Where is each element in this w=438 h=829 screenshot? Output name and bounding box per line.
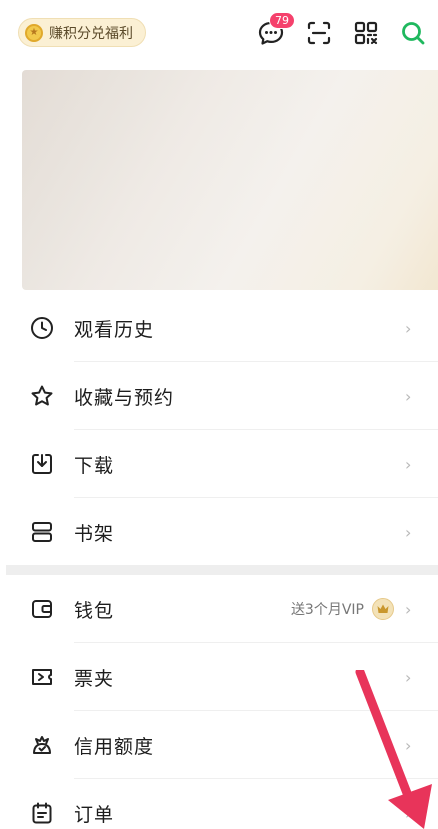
chevron-right-icon: › [405,667,412,687]
star-icon [31,385,53,406]
message-count-badge: 79 [269,12,295,29]
menu-item-wallet[interactable]: 钱包 送3个月VIP › [0,575,438,643]
wallet-icon [32,600,52,618]
bookshelf-icon [32,522,52,542]
chevron-right-icon: › [405,454,412,474]
qr-code-icon[interactable] [351,18,381,48]
promo-banner[interactable] [22,70,438,290]
chevron-right-icon: › [405,522,412,542]
crown-icon [372,598,394,620]
menu-item-label: 信用额度 [74,735,155,758]
menu-item-favorites[interactable]: 收藏与预约 › [0,362,438,430]
section-separator [6,565,438,575]
menu-item-credit-limit[interactable]: 信用额度 › [0,711,438,779]
chevron-right-icon: › [405,386,412,406]
menu-item-watch-history[interactable]: 观看历史 › [0,294,438,362]
menu-item-label: 订单 [74,803,115,826]
notification-dot [386,743,391,748]
menu-item-label: 收藏与预约 [74,386,175,409]
ticket-icon [32,669,52,685]
chevron-right-icon: › [405,803,412,823]
menu-item-label: 书架 [74,522,115,545]
top-bar: ★ 赚积分兑福利 79 [0,0,438,66]
chevron-right-icon: › [405,735,412,755]
menu-item-label: 钱包 [74,599,115,622]
menu-item-orders[interactable]: 订单 › [0,779,438,829]
earn-points-button[interactable]: ★ 赚积分兑福利 [18,18,146,47]
coin-icon: ★ [25,23,43,42]
menu-item-bookshelf[interactable]: 书架 › [0,498,438,566]
menu-item-label: 下载 [74,454,115,477]
earn-points-label: 赚积分兑福利 [49,25,133,42]
credit-icon [33,736,51,754]
menu-group-primary: 观看历史 › 收藏与预约 › 下载 › 书架 › [0,294,438,566]
chevron-right-icon: › [405,599,412,619]
clock-icon [31,317,53,339]
menu-item-label: 观看历史 [74,318,155,341]
menu-item-label: 票夹 [74,667,115,690]
scan-icon[interactable] [304,18,334,48]
chevron-right-icon: › [405,318,412,338]
download-icon [32,454,52,474]
order-icon [32,802,52,824]
menu-group-finance: 钱包 送3个月VIP › 票夹 › 信用额度 › 订单 › [0,575,438,829]
menu-item-downloads[interactable]: 下载 › [0,430,438,498]
vip-promo-text: 送3个月VIP [290,602,364,618]
search-icon[interactable] [398,18,428,48]
wallet-vip-promo: 送3个月VIP [291,598,394,620]
menu-item-tickets[interactable]: 票夹 › [0,643,438,711]
